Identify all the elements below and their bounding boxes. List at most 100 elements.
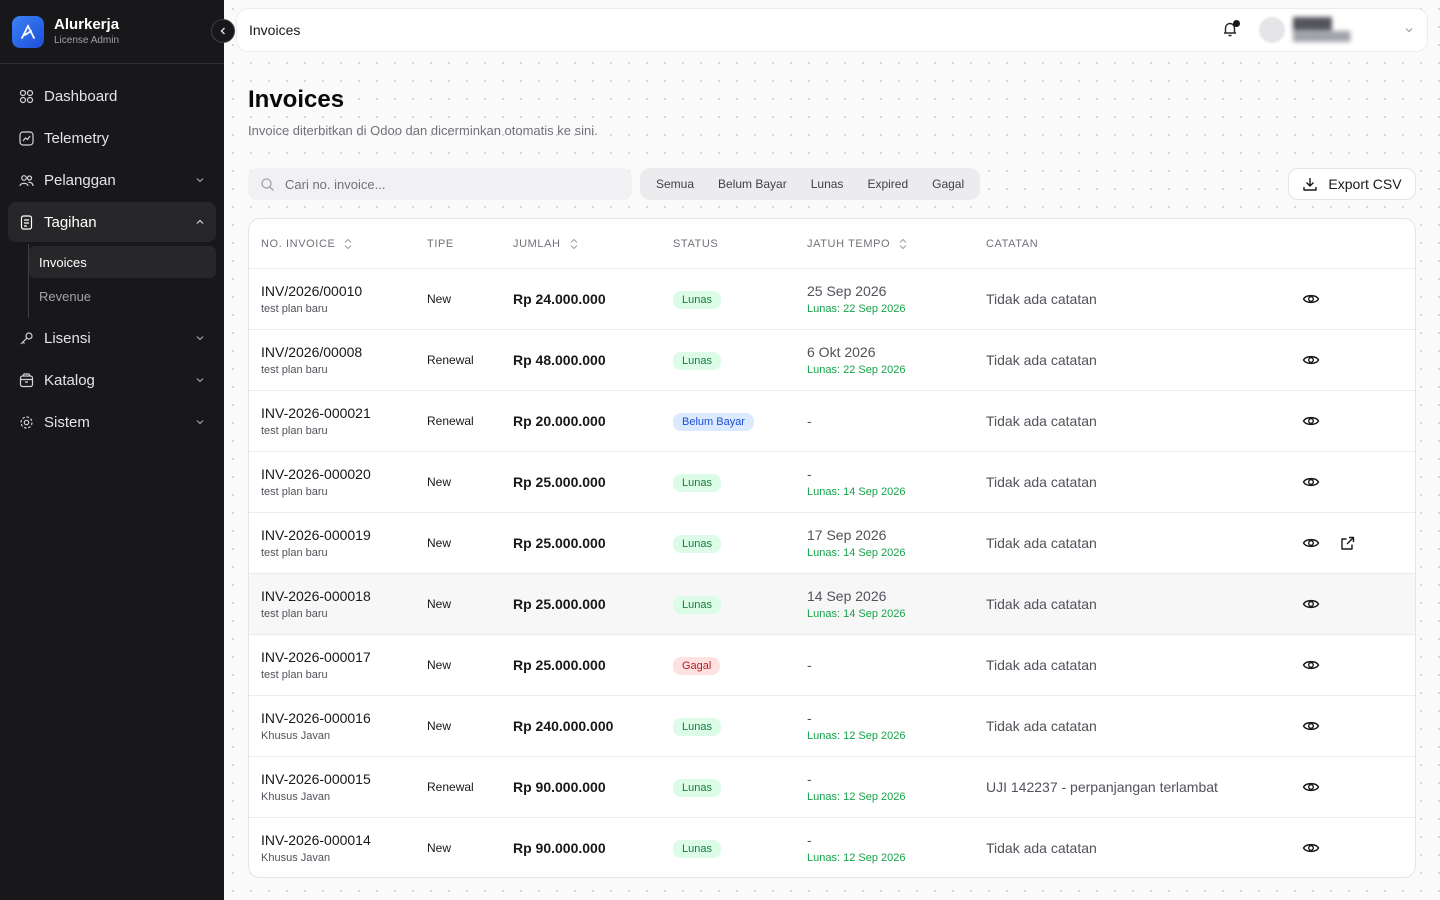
tagihan-submenu: Invoices Revenue bbox=[28, 244, 216, 318]
cell-actions bbox=[1301, 838, 1415, 858]
due-date: - bbox=[807, 770, 812, 787]
paid-date: Lunas: 22 Sep 2026 bbox=[807, 363, 906, 376]
cell-catatan: Tidak ada catatan bbox=[986, 596, 1097, 612]
cell-jumlah: Rp 240.000.000 bbox=[513, 718, 614, 734]
table-row[interactable]: INV-2026-000014 Khusus Javan New Rp 90.000.… bbox=[249, 818, 1415, 877]
eye-icon[interactable] bbox=[1301, 289, 1321, 309]
table-row[interactable]: INV-2026-000016 Khusus Javan New Rp 240.000… bbox=[249, 696, 1415, 757]
sort-icon bbox=[345, 238, 352, 249]
status-badge: Lunas bbox=[673, 717, 721, 736]
eye-icon[interactable] bbox=[1301, 350, 1321, 370]
cell-jatuh-tempo: 25 Sep 2026 Lunas: 22 Sep 2026 bbox=[807, 282, 986, 317]
table-row[interactable]: INV-2026-000019 test plan baru New Rp 25.00… bbox=[249, 513, 1415, 574]
sidebar-collapse-button[interactable] bbox=[211, 19, 235, 43]
filter-expired[interactable]: Expired bbox=[855, 171, 920, 197]
cell-status: Lunas bbox=[673, 595, 807, 614]
column-label: TIPE bbox=[427, 237, 454, 250]
eye-icon[interactable] bbox=[1301, 838, 1321, 858]
receipt-icon bbox=[18, 214, 34, 230]
cell-actions bbox=[1301, 411, 1415, 431]
status-badge: Lunas bbox=[673, 351, 721, 370]
chevron-down-icon bbox=[196, 178, 204, 183]
external-link-icon[interactable] bbox=[1337, 533, 1357, 553]
cell-status: Lunas bbox=[673, 717, 807, 736]
paid-date: Lunas: 22 Sep 2026 bbox=[807, 302, 906, 315]
table-row[interactable]: INV-2026-000021 test plan baru Renewal Rp 2… bbox=[249, 391, 1415, 452]
brand[interactable]: Alurkerja License Admin bbox=[0, 0, 224, 64]
topbar-title: Invoices bbox=[249, 22, 301, 38]
cell-jatuh-tempo: 6 Okt 2026 Lunas: 22 Sep 2026 bbox=[807, 343, 986, 378]
cell-invoice: INV-2026-000018 test plan baru bbox=[249, 587, 427, 622]
eye-icon[interactable] bbox=[1301, 411, 1321, 431]
cell-catatan: Tidak ada catatan bbox=[986, 657, 1097, 673]
column-label: JATUH TEMPO bbox=[807, 237, 891, 250]
due-date: - bbox=[807, 709, 812, 726]
sidebar-item-tagihan[interactable]: Tagihan bbox=[8, 202, 216, 242]
notification-button[interactable] bbox=[1221, 20, 1241, 40]
page-title: Invoices bbox=[248, 86, 345, 113]
cell-jumlah: Rp 20.000.000 bbox=[513, 413, 606, 429]
cell-jatuh-tempo: - Lunas: 12 Sep 2026 bbox=[807, 770, 986, 805]
eye-icon[interactable] bbox=[1301, 655, 1321, 675]
export-csv-label: Export CSV bbox=[1328, 176, 1402, 192]
eye-icon[interactable] bbox=[1301, 777, 1321, 797]
chevron-down-icon bbox=[196, 378, 204, 383]
sidebar-item-label: Dashboard bbox=[44, 87, 118, 105]
cell-actions bbox=[1301, 289, 1415, 309]
export-csv-button[interactable]: Export CSV bbox=[1288, 168, 1416, 200]
status-badge: Gagal bbox=[673, 656, 721, 675]
cell-status: Lunas bbox=[673, 778, 807, 797]
sidebar-item-telemetry[interactable]: Telemetry bbox=[8, 118, 216, 158]
search-input[interactable] bbox=[285, 176, 620, 192]
cell-invoice: INV-2026-000015 Khusus Javan bbox=[249, 770, 427, 805]
filter-gagal[interactable]: Gagal bbox=[920, 171, 976, 197]
column-jumlah[interactable]: JUMLAH bbox=[513, 238, 673, 250]
filter-semua[interactable]: Semua bbox=[644, 171, 706, 197]
sidebar-subitem-invoices[interactable]: Invoices bbox=[29, 246, 216, 278]
filter-lunas[interactable]: Lunas bbox=[799, 171, 856, 197]
table-row[interactable]: INV-2026-000015 Khusus Javan Renewal Rp 90.… bbox=[249, 757, 1415, 818]
sidebar-item-label: Pelanggan bbox=[44, 171, 116, 189]
column-label: NO. INVOICE bbox=[261, 237, 336, 250]
invoice-plan: test plan baru bbox=[261, 546, 328, 559]
cell-status: Lunas bbox=[673, 534, 807, 553]
status-filter-group: Semua Belum Bayar Lunas Expired Gagal bbox=[640, 168, 981, 200]
cell-jumlah: Rp 25.000.000 bbox=[513, 535, 606, 551]
eye-icon[interactable] bbox=[1301, 594, 1321, 614]
table-row[interactable]: INV-2026-000020 test plan baru New Rp 25.00… bbox=[249, 452, 1415, 513]
invoice-number: INV-2026-000019 bbox=[261, 526, 371, 543]
sidebar-item-pelanggan[interactable]: Pelanggan bbox=[8, 160, 216, 200]
sidebar-item-dashboard[interactable]: Dashboard bbox=[8, 76, 216, 116]
table-row[interactable]: INV-2026-000018 test plan baru New Rp 25.00… bbox=[249, 574, 1415, 635]
sidebar-item-katalog[interactable]: Katalog bbox=[8, 360, 216, 400]
users-icon bbox=[18, 172, 34, 188]
table-row[interactable]: INV/2026/00010 test plan baru New Rp 24.000… bbox=[249, 269, 1415, 330]
sidebar-item-lisensi[interactable]: Lisensi bbox=[8, 318, 216, 358]
user-menu[interactable]: █████ █████████ bbox=[1259, 17, 1415, 43]
gear-icon bbox=[18, 414, 34, 430]
cell-status: Belum Bayar bbox=[673, 412, 807, 431]
sort-icon bbox=[899, 238, 907, 249]
sidebar-subitem-revenue[interactable]: Revenue bbox=[29, 280, 216, 312]
status-badge: Lunas bbox=[673, 595, 721, 614]
eye-icon[interactable] bbox=[1301, 472, 1321, 492]
table-row[interactable]: INV/2026/00008 test plan baru Renewal Rp 48… bbox=[249, 330, 1415, 391]
cell-invoice: INV-2026-000016 Khusus Javan bbox=[249, 709, 427, 744]
cell-tipe: Renewal bbox=[427, 414, 474, 428]
paid-date: Lunas: 12 Sep 2026 bbox=[807, 790, 906, 803]
column-jatuh-tempo[interactable]: JATUH TEMPO bbox=[807, 238, 986, 250]
sidebar-item-sistem[interactable]: Sistem bbox=[8, 402, 216, 442]
search-box bbox=[248, 168, 632, 200]
invoice-plan: test plan baru bbox=[261, 668, 328, 681]
filter-belum-bayar[interactable]: Belum Bayar bbox=[706, 171, 799, 197]
package-icon bbox=[18, 372, 34, 388]
status-badge: Lunas bbox=[673, 290, 721, 309]
cell-jatuh-tempo: - Lunas: 14 Sep 2026 bbox=[807, 465, 986, 500]
status-badge: Lunas bbox=[673, 778, 721, 797]
brand-logo-icon bbox=[12, 15, 44, 48]
eye-icon[interactable] bbox=[1301, 716, 1321, 736]
table-row[interactable]: INV-2026-000017 test plan baru New Rp 25.00… bbox=[249, 635, 1415, 696]
eye-icon[interactable] bbox=[1301, 533, 1321, 553]
column-no-invoice[interactable]: NO. INVOICE bbox=[249, 238, 427, 250]
cell-jumlah: Rp 25.000.000 bbox=[513, 657, 606, 673]
